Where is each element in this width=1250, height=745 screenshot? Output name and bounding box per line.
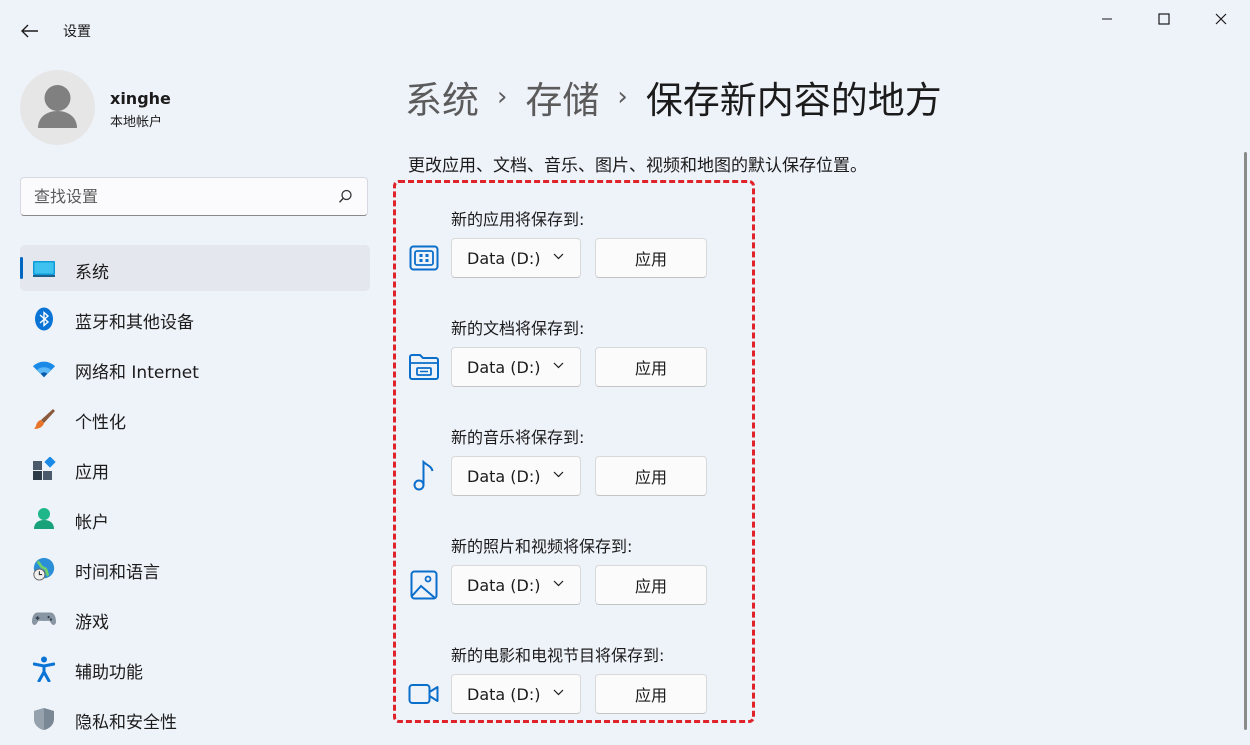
chevron-down-icon [553,362,564,369]
apps-icon [32,457,56,481]
sidebar-item-label: 游戏 [75,613,109,633]
music-drive-dropdown[interactable]: Data (D:) [451,456,581,496]
photos-apply-button[interactable]: 应用 [595,565,707,605]
page-title: 保存新内容的地方 [645,79,942,122]
arrow-left-icon [21,24,38,38]
music-save-label: 新的音乐将保存到: [451,428,585,447]
dropdown-value: Data (D:) [467,685,541,704]
search-icon[interactable] [338,189,353,204]
brush-icon [32,407,56,431]
user-name: xinghe [110,89,171,108]
chevron-down-icon [553,580,564,587]
maximize-button[interactable] [1141,4,1187,34]
breadcrumb-system[interactable]: 系统 [405,70,479,124]
search-box [20,177,368,216]
sidebar-item-label: 个性化 [75,413,126,433]
breadcrumb-separator: › [617,82,628,112]
gamepad-icon [32,607,56,631]
shield-icon [32,707,56,731]
scrollbar[interactable] [1244,152,1247,730]
bluetooth-icon [32,307,56,331]
music-apply-button[interactable]: 应用 [595,456,707,496]
sidebar-item-label: 时间和语言 [75,563,160,583]
title-bar: 设置 [0,0,1250,60]
breadcrumb-storage[interactable]: 存储 [525,70,599,124]
back-button[interactable] [14,16,46,46]
account-type: 本地帐户 [110,115,163,130]
sidebar-item-label: 蓝牙和其他设备 [75,313,194,333]
minimize-icon [1102,18,1112,20]
search-input[interactable] [21,178,324,215]
dropdown-value: Data (D:) [467,358,541,377]
sidebar-item-network[interactable]: 网络和 Internet [20,345,370,391]
breadcrumb-separator: › [497,82,508,112]
sidebar-item-time-language[interactable]: 时间和语言 [20,545,370,591]
minimize-button[interactable] [1084,4,1130,34]
avatar[interactable] [20,70,95,145]
wifi-icon [32,357,56,381]
chevron-down-icon [553,689,564,696]
user-silhouette-icon [38,85,77,128]
globe-clock-icon [32,557,56,581]
sidebar-item-accounts[interactable]: 帐户 [20,495,370,541]
sidebar-item-label: 系统 [75,263,109,283]
video-camera-icon [408,678,440,710]
documents-apply-button[interactable]: 应用 [595,347,707,387]
accessibility-icon [32,656,56,682]
sidebar-item-label: 隐私和安全性 [75,713,177,733]
account-icon [32,507,56,531]
chevron-down-icon [553,253,564,260]
sidebar-item-privacy[interactable]: 隐私和安全性 [20,695,370,741]
sidebar-nav: 系统 蓝牙和其他设备 网络和 Internet 个性化 应用 帐户 时间和语言 … [20,245,370,745]
sidebar-item-label: 应用 [75,463,109,483]
page-description: 更改应用、文档、音乐、图片、视频和地图的默认保存位置。 [408,156,867,176]
sidebar-item-system[interactable]: 系统 [20,245,370,291]
sidebar-item-personalization[interactable]: 个性化 [20,395,370,441]
folder-doc-icon [408,351,440,383]
dropdown-value: Data (D:) [467,249,541,268]
dropdown-value: Data (D:) [467,467,541,486]
close-icon [1215,13,1227,25]
apps-drive-dropdown[interactable]: Data (D:) [451,238,581,278]
chevron-down-icon [553,471,564,478]
selected-indicator [20,257,23,279]
music-note-icon [408,460,440,492]
picture-icon [408,569,440,601]
breadcrumb: 系统 › 存储 › 保存新内容的地方 [405,70,942,124]
app-title: 设置 [63,24,91,40]
apps-save-label: 新的应用将保存到: [451,210,585,229]
app-grid-icon [408,242,440,274]
photos-save-label: 新的照片和视频将保存到: [451,537,633,556]
sidebar-item-accessibility[interactable]: 辅助功能 [20,645,370,691]
documents-drive-dropdown[interactable]: Data (D:) [451,347,581,387]
system-icon [32,257,56,281]
sidebar-item-label: 网络和 Internet [75,363,199,383]
dropdown-value: Data (D:) [467,576,541,595]
sidebar-item-label: 辅助功能 [75,663,143,683]
documents-save-label: 新的文档将保存到: [451,319,585,338]
photos-drive-dropdown[interactable]: Data (D:) [451,565,581,605]
sidebar-item-apps[interactable]: 应用 [20,445,370,491]
maximize-icon [1158,13,1170,25]
sidebar-item-bluetooth[interactable]: 蓝牙和其他设备 [20,295,370,341]
movies-apply-button[interactable]: 应用 [595,674,707,714]
close-button[interactable] [1198,4,1244,34]
sidebar-item-gaming[interactable]: 游戏 [20,595,370,641]
apps-apply-button[interactable]: 应用 [595,238,707,278]
movies-drive-dropdown[interactable]: Data (D:) [451,674,581,714]
sidebar-item-label: 帐户 [75,513,109,533]
movies-save-label: 新的电影和电视节目将保存到: [451,646,665,665]
